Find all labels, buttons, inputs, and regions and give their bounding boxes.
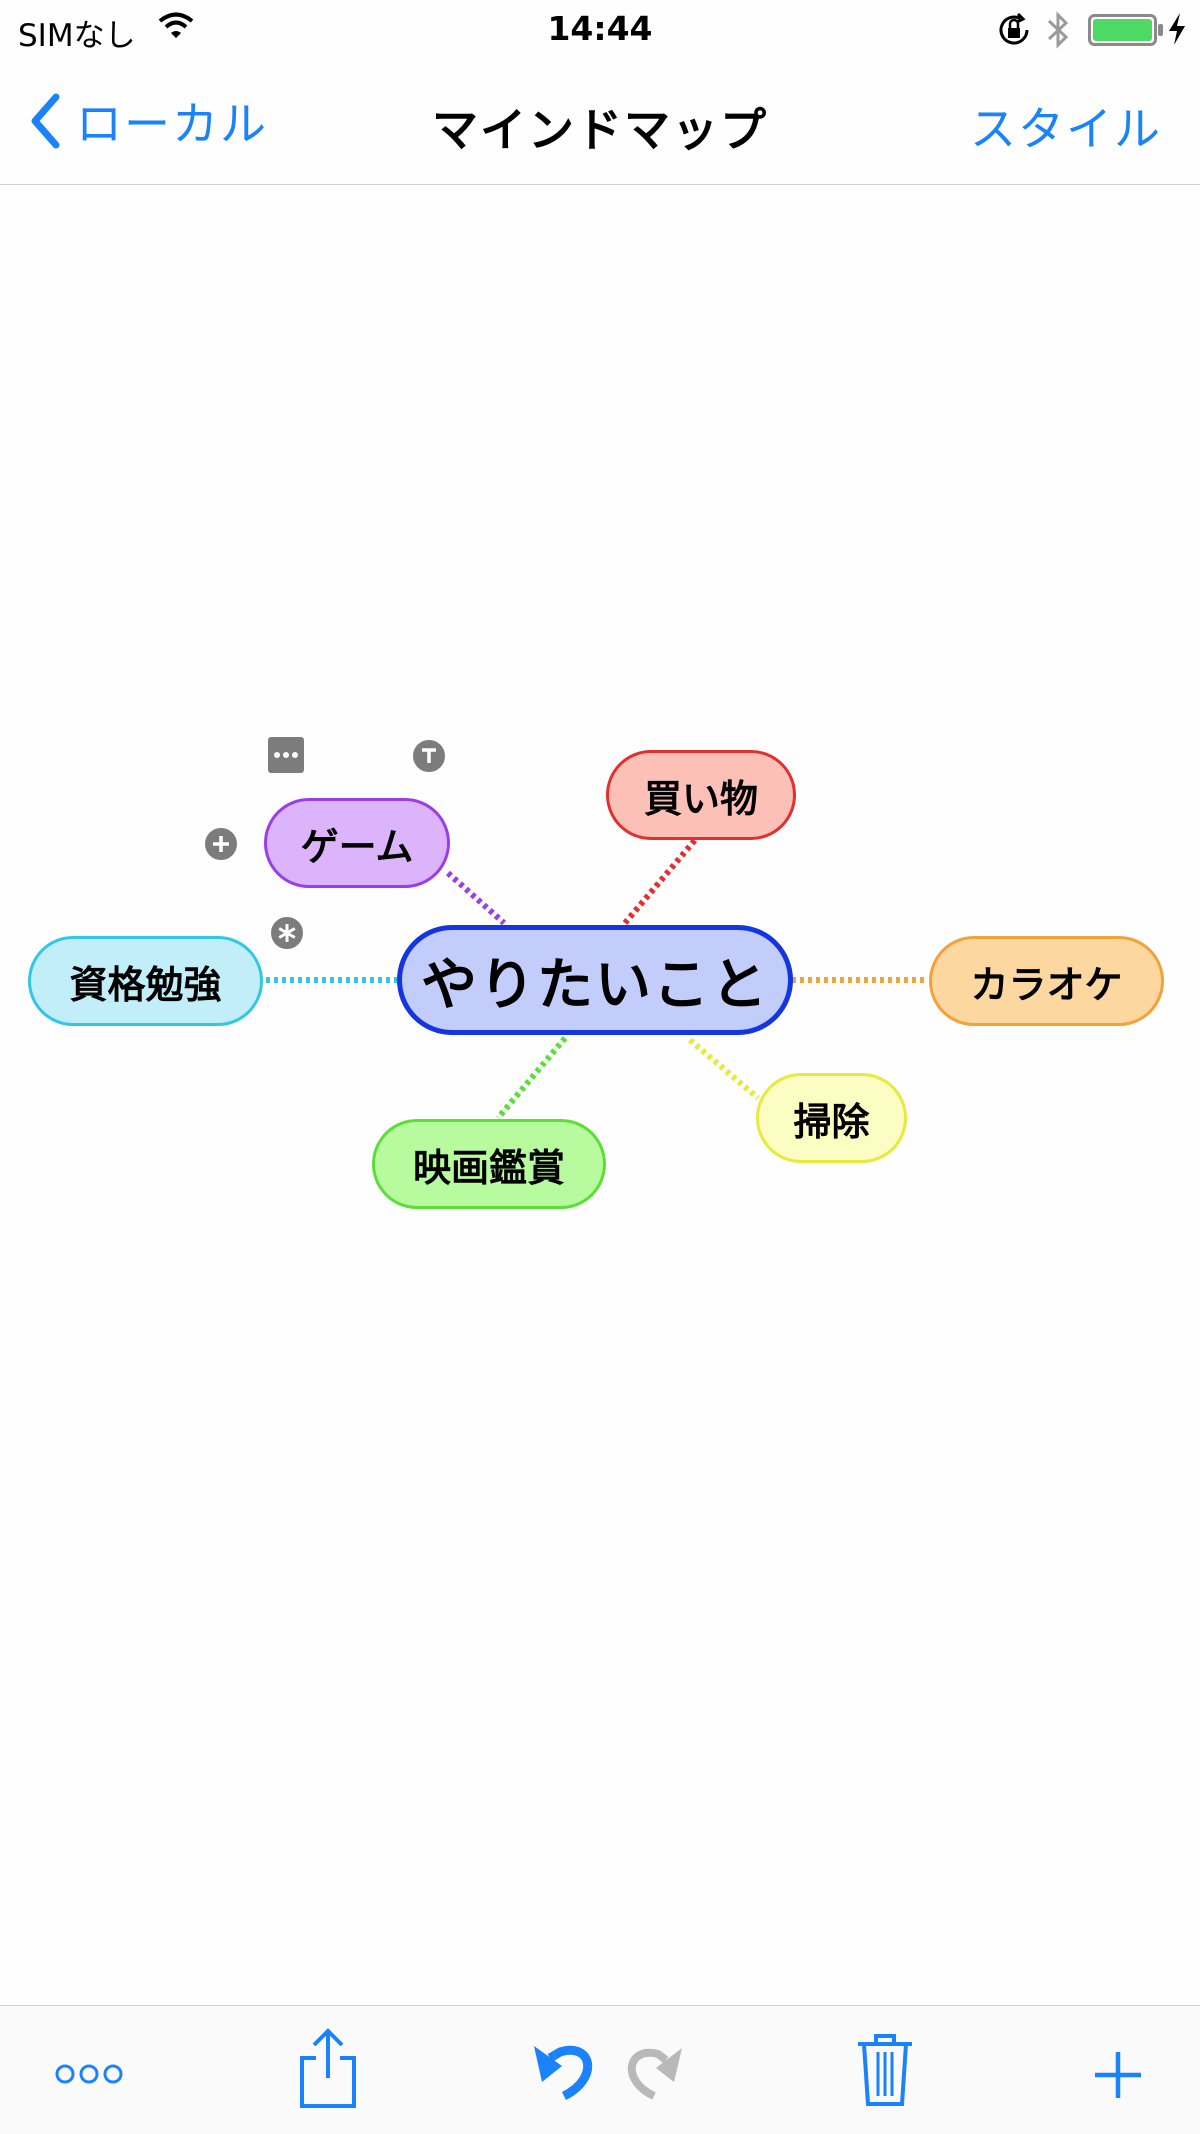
mindmap-canvas[interactable]: やりたいこと ゲーム 買い物 資格勉強 カラオケ 掃除 映画鑑賞 (0, 185, 1200, 2005)
plus-circle-icon (213, 836, 229, 852)
navigation-bar: ローカル マインドマップ スタイル (0, 60, 1200, 185)
orientation-lock-icon (999, 12, 1029, 45)
undo-icon[interactable] (530, 2038, 600, 2100)
connect-handle[interactable] (269, 915, 305, 951)
trash-icon[interactable] (856, 2032, 914, 2108)
text-icon (422, 748, 436, 763)
node-menu-handle[interactable] (266, 735, 306, 775)
more-icon[interactable] (55, 2062, 123, 2086)
connector-movies (495, 1036, 568, 1120)
style-button[interactable]: スタイル (970, 93, 1162, 159)
root-node[interactable]: やりたいこと (397, 925, 793, 1035)
share-icon[interactable] (296, 2028, 360, 2110)
node-cleaning[interactable]: 掃除 (756, 1073, 907, 1163)
connector-cleaning (688, 1037, 760, 1101)
more-icon (274, 752, 298, 758)
node-karaoke[interactable]: カラオケ (929, 936, 1164, 1026)
connector-shopping (622, 838, 698, 925)
battery-icon (1088, 14, 1163, 46)
redo-icon[interactable] (620, 2040, 686, 2100)
connector-game (446, 870, 506, 926)
connector-lines (266, 838, 925, 1120)
bluetooth-icon (1047, 11, 1069, 49)
add-child-handle[interactable] (203, 826, 239, 862)
status-bar: SIMなし 14:44 (0, 0, 1200, 60)
text-edit-handle[interactable] (411, 738, 447, 774)
charging-icon (1169, 13, 1185, 45)
asterisk-icon (278, 924, 296, 942)
bottom-toolbar (0, 2005, 1200, 2134)
plus-icon[interactable] (1093, 2050, 1143, 2100)
node-shopping[interactable]: 買い物 (606, 750, 796, 840)
node-movies[interactable]: 映画鑑賞 (372, 1119, 606, 1209)
node-game[interactable]: ゲーム (264, 798, 450, 888)
node-study[interactable]: 資格勉強 (28, 936, 263, 1026)
